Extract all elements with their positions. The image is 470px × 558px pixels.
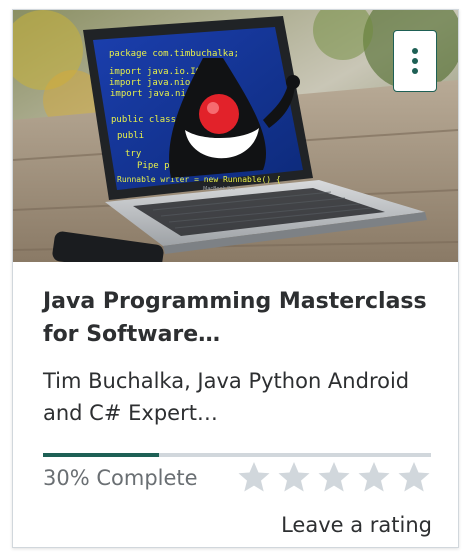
course-title[interactable]: Java Programming Masterclass for Softwar… bbox=[43, 285, 433, 351]
progress-bar-fill bbox=[43, 453, 160, 457]
star-icon[interactable] bbox=[237, 458, 271, 496]
vertical-ellipsis-icon bbox=[412, 48, 418, 54]
course-thumbnail-image: package com.timbuchalka; import java.io.… bbox=[13, 10, 458, 262]
star-rating[interactable] bbox=[237, 458, 437, 496]
star-icon[interactable] bbox=[397, 458, 431, 496]
star-icon[interactable] bbox=[357, 458, 391, 496]
progress-label: 30% Complete bbox=[43, 466, 198, 490]
thumbnail-code-line: try bbox=[125, 149, 142, 159]
vertical-ellipsis-icon-dot bbox=[412, 68, 418, 74]
course-options-button[interactable] bbox=[393, 30, 437, 92]
progress-bar bbox=[43, 453, 431, 457]
thumbnail-laptop-brand: MacBook Pro bbox=[203, 186, 235, 192]
star-icon[interactable] bbox=[277, 458, 311, 496]
star-icon[interactable] bbox=[317, 458, 351, 496]
vertical-ellipsis-icon-dot bbox=[412, 58, 418, 64]
course-card[interactable]: package com.timbuchalka; import java.io.… bbox=[12, 9, 459, 548]
course-thumbnail[interactable]: package com.timbuchalka; import java.io.… bbox=[13, 10, 458, 262]
leave-rating-link[interactable]: Leave a rating bbox=[281, 509, 432, 541]
course-instructors: Tim Buchalka, Java Python Android and C#… bbox=[43, 369, 410, 425]
thumbnail-code-line: Runnable writer = new Runnable() { bbox=[117, 175, 281, 184]
thumbnail-code-line: publi bbox=[117, 131, 144, 141]
thumbnail-code-line: package com.timbuchalka; bbox=[109, 49, 239, 59]
